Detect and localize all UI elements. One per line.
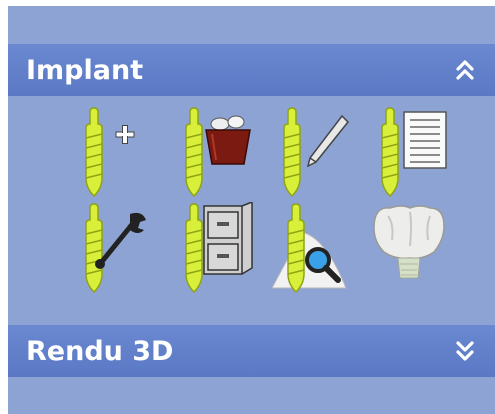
implant-cabinet-icon bbox=[185, 202, 253, 294]
implant-library-button[interactable] bbox=[168, 202, 258, 298]
implant-settings-button[interactable] bbox=[68, 202, 158, 298]
section-title-implant: Implant bbox=[26, 54, 144, 86]
implant-wrench-icon bbox=[85, 203, 146, 294]
top-strip bbox=[8, 0, 495, 6]
delete-implant-button[interactable] bbox=[168, 106, 258, 202]
chevron-double-down-icon[interactable] bbox=[453, 339, 477, 363]
section-header-rendu-3d[interactable]: Rendu 3D bbox=[8, 325, 495, 377]
crown-icon bbox=[373, 205, 445, 279]
add-implant-button[interactable] bbox=[68, 106, 158, 202]
section-header-implant[interactable]: Implant bbox=[8, 44, 495, 96]
edit-implant-button[interactable] bbox=[266, 106, 356, 202]
chevron-double-up-icon[interactable] bbox=[453, 58, 477, 82]
implant-tool-grid bbox=[8, 96, 495, 325]
implant-list-button[interactable] bbox=[364, 106, 454, 202]
implant-panel: Implant Rendu 3D bbox=[8, 0, 495, 414]
crown-button[interactable] bbox=[364, 202, 454, 298]
implant-magnifier-icon bbox=[271, 203, 347, 294]
implant-inspect-button[interactable] bbox=[266, 202, 356, 298]
implant-plus-icon bbox=[85, 107, 135, 198]
implant-list-icon bbox=[381, 107, 447, 198]
implant-trash-icon bbox=[185, 107, 251, 198]
section-title-rendu-3d: Rendu 3D bbox=[26, 335, 174, 367]
implant-pencil-icon bbox=[283, 107, 350, 198]
